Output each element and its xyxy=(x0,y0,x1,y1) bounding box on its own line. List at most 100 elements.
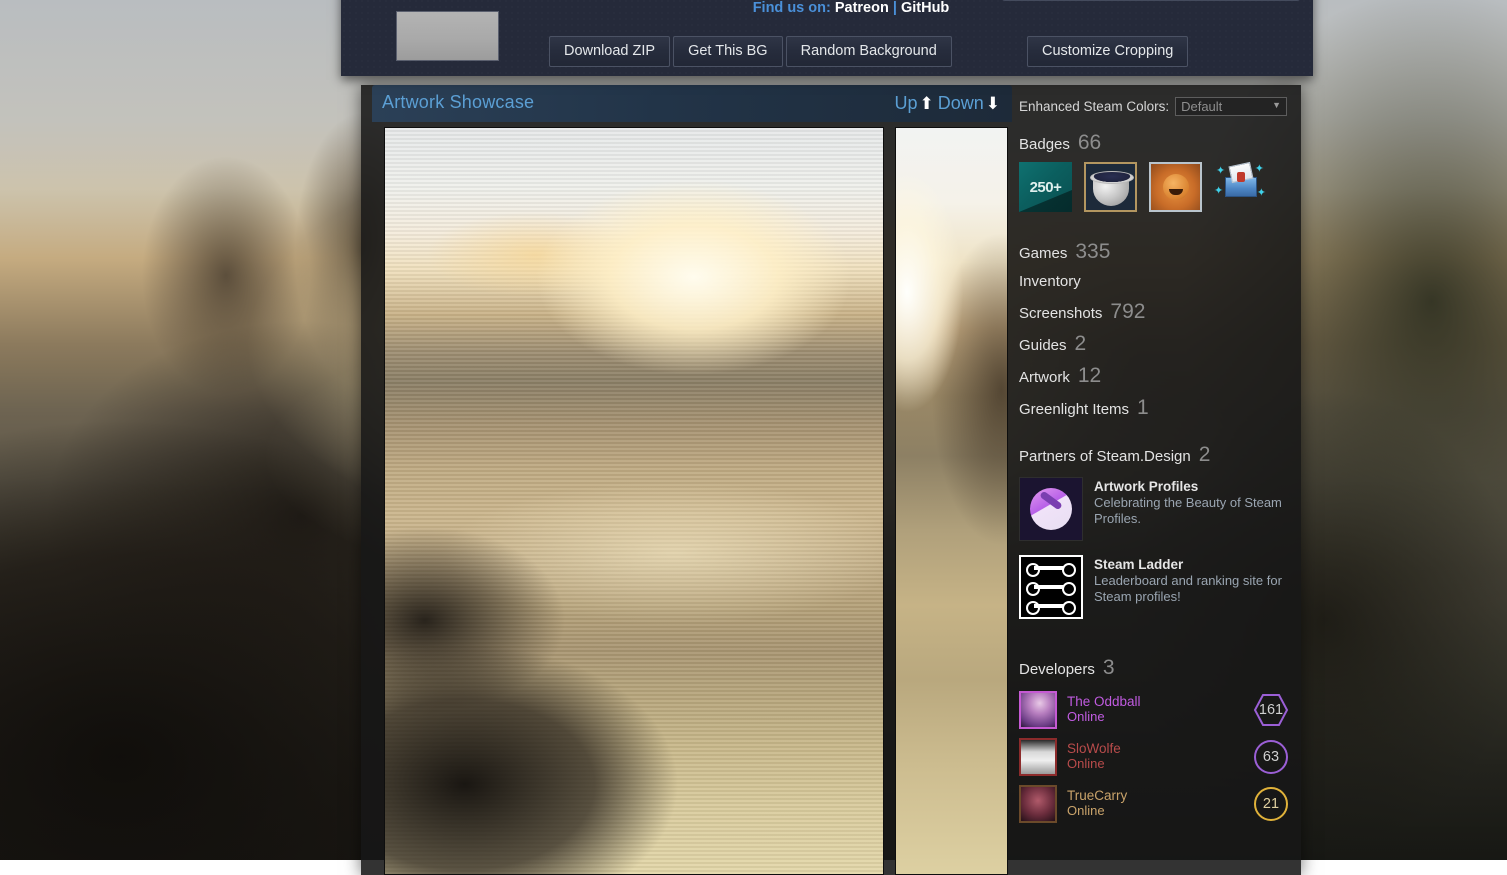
developer-level: 21 xyxy=(1253,786,1289,822)
badges-label: Badges xyxy=(1019,136,1070,153)
site-toolbar: Find us on: Patreon | GitHub Download ZI… xyxy=(341,0,1313,76)
gift-box-shape xyxy=(1225,177,1257,197)
partners-count: 2 xyxy=(1199,444,1211,465)
stat-row-artwork[interactable]: Artwork 12 xyxy=(1019,365,1301,386)
level-hexagon-icon: 161 xyxy=(1253,692,1289,728)
showcase-nav: Up⬆Down⬇ xyxy=(894,93,1004,114)
find-us-label: Find us on: xyxy=(753,0,831,16)
showcase-title: Artwork Showcase xyxy=(382,92,534,113)
artwork-showcase: Artwork Showcase Up⬆Down⬇ xyxy=(372,85,1012,875)
stat-row-inventory[interactable]: Inventory xyxy=(1019,273,1301,290)
developer-name: SloWolfe xyxy=(1067,741,1253,757)
developer-level: 161 xyxy=(1253,692,1289,728)
showcase-header: Artwork Showcase Up⬆Down⬇ xyxy=(372,85,1012,122)
guides-count: 2 xyxy=(1075,333,1087,354)
developer-status: Online xyxy=(1067,710,1253,725)
avatar[interactable] xyxy=(1019,785,1057,823)
stat-row-guides[interactable]: Guides 2 xyxy=(1019,333,1301,354)
arrow-down-icon: ⬇ xyxy=(984,94,1004,113)
partner-artwork-profiles[interactable]: Artwork Profiles Celebrating the Beauty … xyxy=(1019,477,1301,541)
partner-text: Steam Ladder Leaderboard and ranking sit… xyxy=(1094,555,1301,605)
stat-row-greenlight-items[interactable]: Greenlight Items 1 xyxy=(1019,397,1301,418)
stat-row-screenshots[interactable]: Screenshots 792 xyxy=(1019,301,1301,322)
developers-count: 3 xyxy=(1103,657,1115,678)
developer-status: Online xyxy=(1067,757,1253,772)
partner-description: Celebrating the Beauty of Steam Profiles… xyxy=(1094,495,1301,527)
chevron-down-icon: ▼ xyxy=(1272,100,1281,110)
random-background-button[interactable]: Random Background xyxy=(786,36,952,67)
get-this-bg-button[interactable]: Get This BG xyxy=(673,36,783,67)
screenshots-label: Screenshots xyxy=(1019,305,1102,322)
sparkle-icon: ✦ xyxy=(1255,164,1264,175)
patreon-link[interactable]: Patreon xyxy=(835,0,889,16)
partner-description: Leaderboard and ranking site for Steam p… xyxy=(1094,573,1301,605)
level-circle-icon: 21 xyxy=(1253,786,1289,822)
games-label: Games xyxy=(1019,245,1067,262)
artwork-secondary-canvas xyxy=(896,128,1007,874)
developers-label: Developers xyxy=(1019,661,1095,678)
screenshots-count: 792 xyxy=(1110,301,1145,322)
badge-cauldron-icon[interactable] xyxy=(1084,162,1137,212)
partners-header: Partners of Steam.Design 2 xyxy=(1019,444,1301,465)
greenlight-items-count: 1 xyxy=(1137,397,1149,418)
developer-info: The Oddball Online xyxy=(1067,694,1253,724)
developer-level: 63 xyxy=(1253,739,1289,775)
enhanced-steam-colors-select[interactable]: Default ▼ xyxy=(1175,97,1287,116)
developer-info: TrueCarry Online xyxy=(1067,788,1253,818)
orange-face-shape xyxy=(1163,174,1189,200)
cauldron-shape xyxy=(1093,178,1129,206)
partner-name: Artwork Profiles xyxy=(1094,479,1301,494)
steam-ladder-logo xyxy=(1019,555,1083,619)
developer-status: Online xyxy=(1067,804,1253,819)
inventory-label: Inventory xyxy=(1019,273,1081,290)
artwork-profiles-logo xyxy=(1019,477,1083,541)
move-down-label: Down xyxy=(938,93,984,113)
stat-row-games[interactable]: Games 335 xyxy=(1019,241,1301,262)
arrow-up-icon: ⬆ xyxy=(917,94,937,113)
artwork-image-primary[interactable] xyxy=(384,127,884,875)
move-up-label: Up xyxy=(894,93,917,113)
enhanced-steam-colors-row: Enhanced Steam Colors: Default ▼ xyxy=(1019,97,1301,116)
games-count: 335 xyxy=(1075,241,1110,262)
showcase-move-down[interactable]: Down⬇ xyxy=(938,93,1004,113)
customize-cropping-button[interactable]: Customize Cropping xyxy=(1027,36,1188,67)
sparkle-icon: ✦ xyxy=(1214,186,1223,197)
profile-stats-sidebar: Enhanced Steam Colors: Default ▼ Badges … xyxy=(1019,85,1301,875)
enhanced-steam-colors-label: Enhanced Steam Colors: xyxy=(1019,99,1169,114)
artwork-primary-canvas xyxy=(385,128,883,874)
guides-label: Guides xyxy=(1019,337,1067,354)
sparkle-icon: ✦ xyxy=(1257,188,1266,199)
badge-250-plus-label: 250+ xyxy=(1030,179,1062,196)
developer-level-badge: 161 xyxy=(1253,692,1289,728)
developer-row-slowolfe[interactable]: SloWolfe Online 63 xyxy=(1019,733,1301,780)
badge-250-plus-icon[interactable]: 250+ xyxy=(1019,162,1072,212)
toolbar-button-group-right: Customize Cropping xyxy=(1027,36,1188,67)
badges-count: 66 xyxy=(1078,132,1101,153)
toolbar-button-group-left: Download ZIPGet This BGRandom Background xyxy=(549,36,955,67)
artwork-image-secondary[interactable] xyxy=(895,127,1008,875)
artwork-count: 12 xyxy=(1078,365,1101,386)
ladder-rung xyxy=(1026,582,1076,592)
badge-winter-gift-icon[interactable]: ✦ ✦ ✦ ✦ xyxy=(1214,162,1267,212)
background-thumbnail[interactable] xyxy=(396,11,499,61)
badge-orange-face-icon[interactable] xyxy=(1149,162,1202,212)
avatar[interactable] xyxy=(1019,738,1057,776)
artwork-profiles-disc-shape xyxy=(1030,488,1072,530)
ladder-rung xyxy=(1026,601,1076,611)
avatar[interactable] xyxy=(1019,691,1057,729)
github-link[interactable]: GitHub xyxy=(901,0,949,16)
link-separator: | xyxy=(893,0,897,16)
greenlight-items-label: Greenlight Items xyxy=(1019,401,1129,418)
stat-row-badges[interactable]: Badges 66 xyxy=(1019,132,1301,153)
developers-header: Developers 3 xyxy=(1019,657,1301,678)
developer-row-truecarry[interactable]: TrueCarry Online 21 xyxy=(1019,780,1301,827)
level-circle-icon: 63 xyxy=(1253,739,1289,775)
developer-row-the-oddball[interactable]: The Oddball Online 161 xyxy=(1019,686,1301,733)
partner-name: Steam Ladder xyxy=(1094,557,1301,572)
developer-level-badge: 63 xyxy=(1253,739,1289,775)
steam-profile-panel: Artwork Showcase Up⬆Down⬇ Enhanced Steam… xyxy=(361,85,1301,875)
download-zip-button[interactable]: Download ZIP xyxy=(549,36,670,67)
partner-text: Artwork Profiles Celebrating the Beauty … xyxy=(1094,477,1301,527)
partner-steam-ladder[interactable]: Steam Ladder Leaderboard and ranking sit… xyxy=(1019,555,1301,619)
showcase-move-up[interactable]: Up⬆ xyxy=(894,93,937,113)
